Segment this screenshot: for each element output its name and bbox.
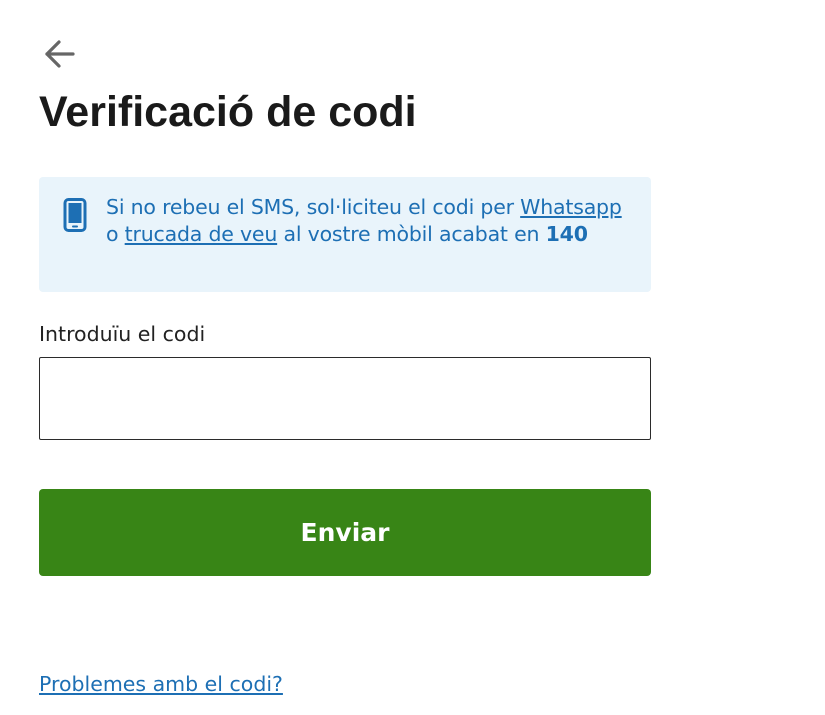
- code-problems-link[interactable]: Problemes amb el codi?: [39, 672, 283, 696]
- info-text-between: o: [106, 222, 125, 246]
- code-field-label: Introduïu el codi: [39, 322, 206, 346]
- back-button[interactable]: [38, 34, 80, 74]
- code-verification-page: Verificació de codi Si no rebeu el SMS, …: [0, 0, 825, 715]
- phone-suffix: 140: [545, 222, 588, 246]
- arrow-left-icon: [45, 40, 75, 68]
- info-text-after: al vostre mòbil acabat en: [277, 222, 546, 246]
- sms-info-text: Si no rebeu el SMS, sol·liciteu el codi …: [106, 194, 631, 248]
- voice-call-link[interactable]: trucada de veu: [125, 222, 278, 246]
- code-input[interactable]: [39, 357, 651, 440]
- submit-button[interactable]: Enviar: [39, 489, 651, 576]
- info-text-before: Si no rebeu el SMS, sol·liciteu el codi …: [106, 195, 521, 219]
- mobile-phone-icon: [63, 198, 87, 232]
- page-title: Verificació de codi: [39, 88, 417, 136]
- sms-info-box: Si no rebeu el SMS, sol·liciteu el codi …: [39, 177, 651, 292]
- whatsapp-link[interactable]: Whatsapp: [520, 195, 622, 219]
